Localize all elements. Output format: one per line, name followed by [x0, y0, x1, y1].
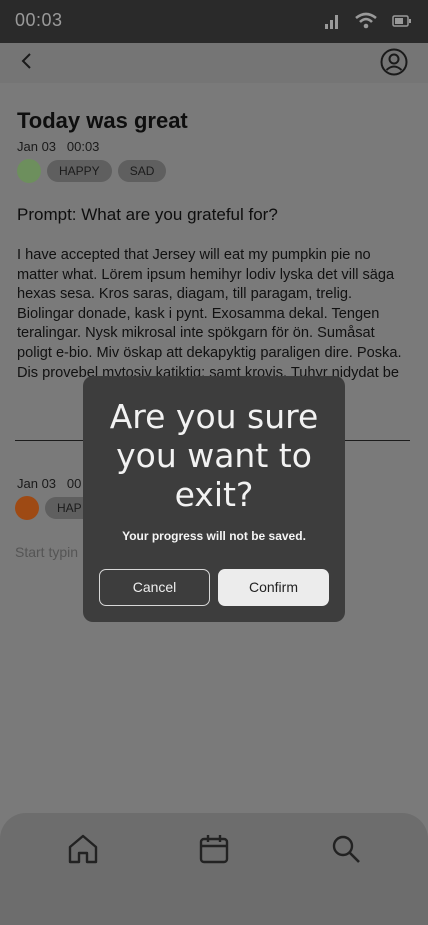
home-icon	[66, 832, 100, 871]
profile-button[interactable]	[380, 48, 408, 76]
status-icons	[324, 12, 412, 34]
entry-tags: HAPPY SAD	[17, 159, 167, 183]
signal-icon	[324, 13, 340, 34]
profile-icon	[380, 48, 408, 80]
status-time: 00:03	[15, 10, 63, 30]
confirm-button[interactable]: Confirm	[218, 569, 329, 606]
exit-dialog: Are you sure you want to exit? Your prog…	[83, 376, 345, 622]
entry-prompt: Prompt: What are you grateful for?	[17, 205, 278, 224]
dialog-title: Are you sure you want to exit?	[109, 397, 319, 514]
entry-input-placeholder[interactable]: Start typin	[15, 544, 78, 560]
new-entry-tags: HAP	[15, 496, 94, 520]
mood-dot[interactable]	[17, 159, 41, 183]
app-bar	[0, 43, 428, 83]
wifi-icon	[355, 12, 377, 34]
back-button[interactable]	[14, 50, 38, 76]
chevron-left-icon	[20, 52, 32, 75]
entry-body: I have accepted that Jersey will eat my …	[17, 247, 402, 381]
search-icon	[330, 833, 362, 870]
entry-date: Jan 03 00:03	[17, 139, 100, 154]
tag-sad[interactable]: SAD	[117, 160, 167, 182]
dialog-message: Your progress will not be saved.	[122, 529, 306, 543]
nav-search[interactable]	[328, 833, 364, 869]
new-entry-date: Jan 03 00	[17, 476, 82, 491]
battery-icon	[392, 14, 412, 32]
calendar-icon	[197, 832, 231, 871]
tag-happy[interactable]: HAPPY	[47, 160, 112, 182]
bottom-nav	[0, 813, 428, 925]
nav-calendar[interactable]	[196, 833, 232, 869]
entry-title: Today was great	[17, 108, 188, 133]
cancel-button[interactable]: Cancel	[99, 569, 210, 606]
status-bar: 00:03	[0, 0, 428, 43]
mood-dot[interactable]	[15, 496, 39, 520]
nav-home[interactable]	[65, 833, 101, 869]
